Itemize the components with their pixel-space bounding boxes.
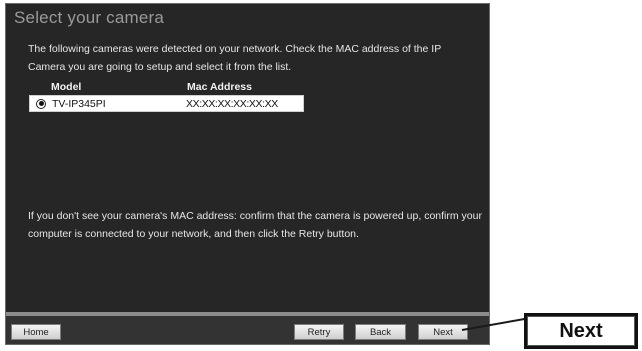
camera-row[interactable]: TV-IP345PI XX:XX:XX:XX:XX:XX — [29, 95, 304, 112]
camera-select-radio[interactable] — [36, 98, 46, 109]
page-title: Select your camera — [14, 8, 165, 27]
column-header-model: Model — [51, 81, 82, 93]
camera-table-header: Model Mac Address — [29, 81, 304, 95]
intro-text: The following cameras were detected on y… — [28, 43, 442, 73]
camera-table: Model Mac Address TV-IP345PI XX:XX:XX:XX… — [29, 81, 304, 112]
radio-selected-dot — [38, 101, 44, 106]
home-button[interactable]: Home — [11, 324, 61, 340]
camera-mac-address: XX:XX:XX:XX:XX:XX — [186, 97, 278, 110]
retry-hint-text: If you don't see your camera's MAC addre… — [28, 210, 482, 240]
next-button[interactable]: Next — [418, 324, 468, 340]
next-callout-label: Next — [524, 313, 638, 349]
wizard-panel: Select your camera The following cameras… — [5, 3, 490, 345]
back-button[interactable]: Back — [355, 324, 406, 340]
wizard-footer: Home Retry Back Next — [6, 316, 489, 344]
retry-button[interactable]: Retry — [294, 324, 344, 340]
page: Select your camera The following cameras… — [0, 0, 642, 351]
column-header-mac: Mac Address — [187, 81, 252, 93]
camera-model: TV-IP345PI — [52, 97, 106, 110]
